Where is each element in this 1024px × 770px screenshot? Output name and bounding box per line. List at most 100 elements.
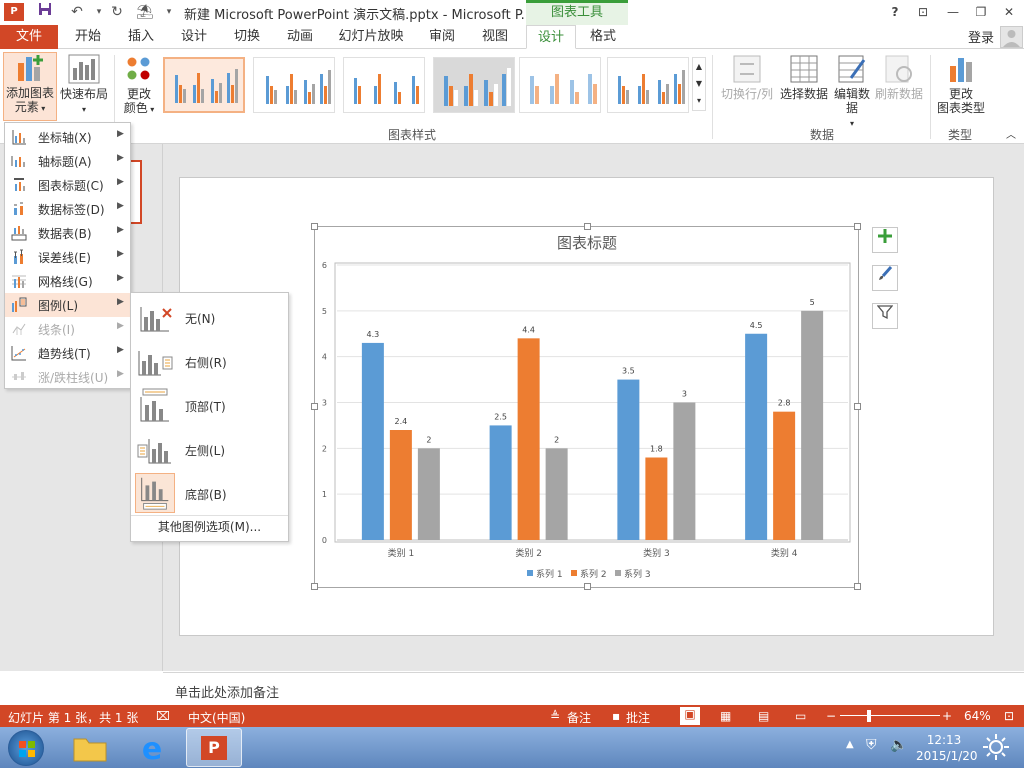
notes-pane[interactable]: 单击此处添加备注 (163, 672, 1024, 705)
legend-entry: 系列 1 (536, 568, 563, 580)
chart-style-2[interactable] (253, 57, 335, 113)
customize-qat-icon[interactable]: ▾ (158, 2, 180, 22)
chart-style-3[interactable] (343, 57, 425, 113)
fit-to-window-icon[interactable]: ⊡ (1004, 709, 1014, 723)
refresh-data-button[interactable]: 刷新数据 (872, 54, 926, 101)
menu-item-up-down-bars[interactable]: 涨/跌柱线(U) ▶ (5, 365, 130, 389)
zoom-in-icon[interactable]: + (942, 709, 952, 723)
file-explorer-taskbar-button[interactable] (70, 731, 110, 765)
chart-style-1[interactable] (163, 57, 245, 113)
menu-item-data-labels[interactable]: 数据标签(D) ▶ (5, 197, 130, 221)
spelling-icon[interactable]: ⌧ (156, 709, 170, 723)
redo-icon[interactable]: ↻ (106, 2, 128, 22)
menu-item-lines[interactable]: 线条(I) ▶ (5, 317, 130, 341)
edit-data-button[interactable]: 编辑数 据 ▾ (830, 54, 874, 131)
menu-item-axes[interactable]: 坐标轴(X) ▶ (5, 125, 130, 149)
chart-object[interactable]: 图表标题 0 1 2 3 4 5 6 4.3 2.4 2 类别 1 2.5 4.4 2 类别 2 3.5 1.8 3… (311, 223, 861, 590)
slide-thumbnail-1[interactable] (130, 160, 142, 224)
resize-handle-ne[interactable] (854, 223, 861, 230)
notes-toggle-icon[interactable]: ≜ (550, 709, 560, 723)
quick-layout-button[interactable]: 快速布局 ▾ (58, 54, 110, 117)
chart-styles-scroll[interactable]: ▲ ▼ ▾ (692, 57, 706, 111)
tab-slideshow[interactable]: 幻灯片放映 (332, 25, 410, 49)
tab-chart-format[interactable]: 格式 (578, 25, 628, 49)
close-icon[interactable]: ✕ (998, 3, 1020, 21)
ribbon-display-options-icon[interactable]: ⊡ (912, 3, 934, 21)
change-chart-type-button[interactable]: 更改 图表类型 (934, 54, 988, 115)
menu-item-data-table[interactable]: 数据表(B) ▶ (5, 221, 130, 245)
more-legend-options[interactable]: 其他图例选项(M)... (131, 515, 288, 539)
tab-review[interactable]: 审阅 (416, 25, 468, 49)
resize-handle-w[interactable] (311, 403, 318, 410)
resize-handle-nw[interactable] (311, 223, 318, 230)
login-link[interactable]: 登录 (968, 27, 994, 46)
collapse-ribbon-icon[interactable]: ︿ (1006, 129, 1016, 143)
show-hidden-icons[interactable]: ▲ (846, 739, 854, 750)
tab-insert[interactable]: 插入 (115, 25, 167, 49)
tab-design[interactable]: 设计 (168, 25, 220, 49)
change-colors-button[interactable]: 更改 颜色 ▾ (118, 54, 160, 117)
tab-home[interactable]: 开始 (62, 25, 114, 49)
add-chart-element-button[interactable]: 添加图表 元素 ▾ (3, 52, 57, 121)
normal-view-icon[interactable]: ▣ (680, 707, 700, 725)
zoom-level[interactable]: 64% (964, 709, 991, 723)
zoom-slider-thumb[interactable] (867, 710, 871, 722)
resize-handle-e[interactable] (854, 403, 861, 410)
system-clock[interactable]: 12:13 2015/1/20 (916, 732, 978, 764)
chart-styles-button[interactable] (872, 265, 898, 291)
menu-item-legend[interactable]: 图例(L) ▶ (5, 293, 130, 317)
minimize-icon[interactable]: — (942, 3, 964, 21)
trendline-icon (11, 346, 26, 361)
chart-style-6[interactable] (607, 57, 689, 113)
start-button[interactable] (8, 730, 44, 766)
menu-item-gridlines[interactable]: 网格线(G) ▶ (5, 269, 130, 293)
legend-option-none[interactable]: 无(N) (131, 295, 288, 339)
comments-toggle-icon[interactable]: ▪ (612, 709, 620, 723)
legend-option-left[interactable]: 左侧(L) (131, 427, 288, 471)
language-indicator[interactable]: 中文(中国) (188, 709, 245, 726)
menu-item-chart-title[interactable]: 图表标题(C) ▶ (5, 173, 130, 197)
volume-icon[interactable]: 🔈 (890, 737, 907, 753)
resize-handle-s[interactable] (584, 583, 591, 590)
legend-option-top[interactable]: 顶部(T) (131, 383, 288, 427)
resize-handle-sw[interactable] (311, 583, 318, 590)
menu-item-trendline[interactable]: 趋势线(T) ▶ (5, 341, 130, 365)
tab-chart-design[interactable]: 设计 (526, 25, 576, 49)
chart-elements-button[interactable] (872, 227, 898, 253)
slideshow-icon[interactable]: ▭ (795, 709, 806, 723)
resize-handle-n[interactable] (584, 223, 591, 230)
legend-option-bottom[interactable]: 底部(B) (131, 471, 288, 515)
brightness-icon[interactable] (982, 733, 1010, 761)
undo-icon[interactable]: ↶ (66, 2, 88, 22)
reading-view-icon[interactable]: ▤ (758, 709, 769, 723)
chart-filters-button[interactable] (872, 303, 898, 329)
notes-toggle[interactable]: 备注 (567, 709, 591, 726)
tab-animations[interactable]: 动画 (274, 25, 326, 49)
chart-style-5[interactable] (519, 57, 601, 113)
switch-row-column-button[interactable]: 切换行/列 (718, 54, 776, 101)
powerpoint-logo-icon[interactable]: P (4, 3, 24, 21)
select-data-button[interactable]: 选择数据 (776, 54, 832, 101)
legend-option-right[interactable]: 右侧(R) (131, 339, 288, 383)
avatar[interactable] (1000, 26, 1023, 48)
menu-item-error-bars[interactable]: 误差线(E) ▶ (5, 245, 130, 269)
powerpoint-taskbar-button[interactable]: P (186, 728, 242, 767)
tab-transitions[interactable]: 切换 (221, 25, 273, 49)
tab-file[interactable]: 文件 (0, 25, 58, 49)
security-shield-icon[interactable]: ⛨ (866, 737, 877, 753)
start-presentation-icon[interactable]: ⛱ (134, 2, 156, 22)
comments-toggle[interactable]: 批注 (626, 709, 650, 726)
slide-sorter-icon[interactable]: ▦ (720, 709, 731, 723)
chart-style-4[interactable] (433, 57, 515, 113)
resize-handle-se[interactable] (854, 583, 861, 590)
save-icon[interactable] (34, 2, 56, 22)
internet-explorer-taskbar-button[interactable]: e (132, 731, 172, 767)
help-icon[interactable]: ? (884, 3, 906, 21)
restore-icon[interactable]: ❐ (970, 3, 992, 21)
zoom-out-icon[interactable]: − (826, 709, 836, 723)
powerpoint-icon: P (201, 736, 227, 760)
menu-item-axis-titles[interactable]: 轴标题(A) ▶ (5, 149, 130, 173)
select-data-icon (790, 55, 818, 83)
zoom-slider-track[interactable] (840, 715, 940, 716)
tab-view[interactable]: 视图 (469, 25, 521, 49)
